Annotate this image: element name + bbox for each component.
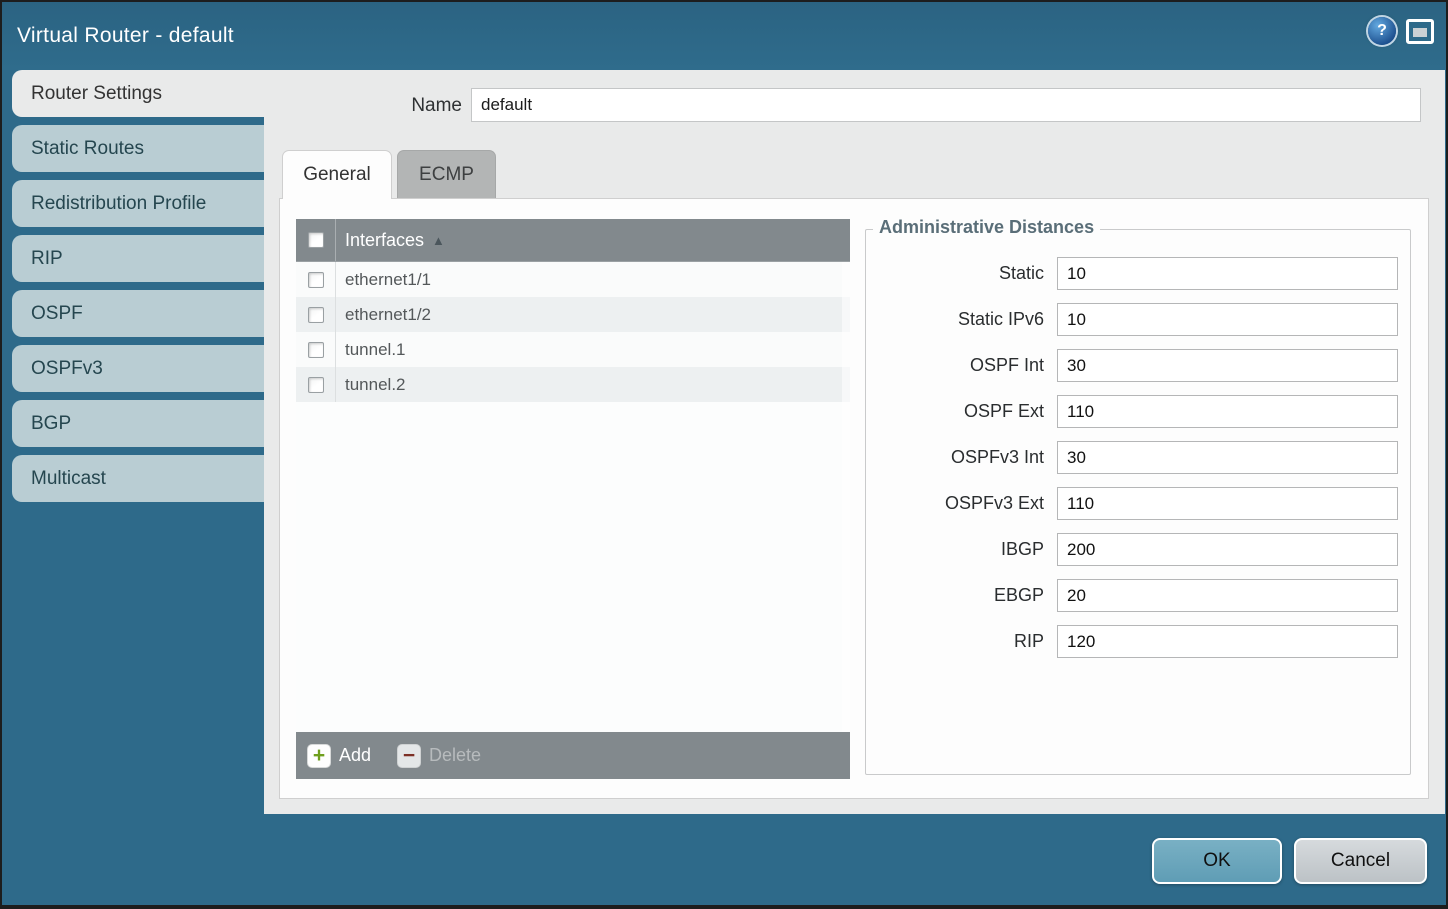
static-ipv6-label: Static IPv6 bbox=[866, 309, 1044, 330]
row-checkbox[interactable] bbox=[308, 307, 324, 323]
row-checkbox[interactable] bbox=[308, 272, 324, 288]
select-all-checkbox[interactable] bbox=[308, 232, 324, 248]
sidebar-item-static-routes[interactable]: Static Routes bbox=[12, 125, 264, 172]
sidebar-item-router-settings[interactable]: Router Settings bbox=[12, 70, 264, 117]
name-input[interactable] bbox=[471, 88, 1421, 122]
interfaces-table: Interfaces ▲ ethernet1/1 ethernet1/2 tun… bbox=[296, 219, 850, 779]
table-row[interactable]: ethernet1/1 bbox=[296, 262, 850, 297]
sidebar-item-multicast[interactable]: Multicast bbox=[12, 455, 264, 502]
tab-general[interactable]: General bbox=[282, 150, 392, 199]
static-input[interactable] bbox=[1057, 257, 1398, 290]
ibgp-input[interactable] bbox=[1057, 533, 1398, 566]
add-plus-icon: + bbox=[307, 744, 331, 768]
ospf-int-label: OSPF Int bbox=[866, 355, 1044, 376]
interfaces-table-body: ethernet1/1 ethernet1/2 tunnel.1 tunnel.… bbox=[296, 262, 850, 732]
interface-name: ethernet1/1 bbox=[345, 270, 431, 290]
dialog-title: Virtual Router - default bbox=[2, 24, 234, 48]
interface-name: ethernet1/2 bbox=[345, 305, 431, 325]
administrative-distances-fieldset: Administrative Distances Static Static I… bbox=[865, 229, 1411, 775]
interfaces-column-header[interactable]: Interfaces ▲ bbox=[296, 219, 850, 262]
interface-name: tunnel.2 bbox=[345, 375, 406, 395]
name-label: Name bbox=[362, 95, 462, 117]
title-bar: Virtual Router - default ? bbox=[2, 2, 1446, 70]
sidebar-item-bgp[interactable]: BGP bbox=[12, 400, 264, 447]
general-tab-panel: Interfaces ▲ ethernet1/1 ethernet1/2 tun… bbox=[279, 198, 1429, 799]
cancel-button[interactable]: Cancel bbox=[1294, 838, 1427, 884]
interfaces-header-label: Interfaces bbox=[345, 230, 424, 251]
table-scrollbar[interactable] bbox=[842, 262, 850, 732]
static-label: Static bbox=[866, 263, 1044, 284]
sidebar-item-redistribution-profile[interactable]: Redistribution Profile bbox=[12, 180, 264, 227]
tab-ecmp[interactable]: ECMP bbox=[397, 150, 496, 198]
static-ipv6-input[interactable] bbox=[1057, 303, 1398, 336]
content-area: Name General ECMP Interfaces ▲ ethernet1… bbox=[264, 70, 1445, 814]
ebgp-label: EBGP bbox=[866, 585, 1044, 606]
add-button[interactable]: + Add bbox=[307, 744, 371, 768]
rip-input[interactable] bbox=[1057, 625, 1398, 658]
sort-ascending-icon: ▲ bbox=[432, 233, 445, 248]
ospfv3-ext-input[interactable] bbox=[1057, 487, 1398, 520]
table-footer-toolbar: + Add − Delete bbox=[296, 732, 850, 779]
sidebar-item-rip[interactable]: RIP bbox=[12, 235, 264, 282]
help-icon[interactable]: ? bbox=[1368, 17, 1396, 45]
ospf-ext-label: OSPF Ext bbox=[866, 401, 1044, 422]
table-row[interactable]: tunnel.1 bbox=[296, 332, 850, 367]
row-checkbox[interactable] bbox=[308, 377, 324, 393]
row-checkbox[interactable] bbox=[308, 342, 324, 358]
window-maximize-icon[interactable] bbox=[1406, 19, 1434, 44]
delete-button[interactable]: − Delete bbox=[397, 744, 481, 768]
ospfv3-int-input[interactable] bbox=[1057, 441, 1398, 474]
ospf-int-input[interactable] bbox=[1057, 349, 1398, 382]
ospf-ext-input[interactable] bbox=[1057, 395, 1398, 428]
sidebar-item-ospf[interactable]: OSPF bbox=[12, 290, 264, 337]
table-row[interactable]: tunnel.2 bbox=[296, 367, 850, 402]
delete-button-label: Delete bbox=[429, 745, 481, 766]
fieldset-legend: Administrative Distances bbox=[873, 217, 1100, 238]
sidebar-item-ospfv3[interactable]: OSPFv3 bbox=[12, 345, 264, 392]
ospfv3-ext-label: OSPFv3 Ext bbox=[866, 493, 1044, 514]
delete-minus-icon: − bbox=[397, 744, 421, 768]
table-row[interactable]: ethernet1/2 bbox=[296, 297, 850, 332]
virtual-router-dialog: Virtual Router - default ? Router Settin… bbox=[0, 0, 1448, 909]
rip-label: RIP bbox=[866, 631, 1044, 652]
interface-name: tunnel.1 bbox=[345, 340, 406, 360]
add-button-label: Add bbox=[339, 745, 371, 766]
ospfv3-int-label: OSPFv3 Int bbox=[866, 447, 1044, 468]
ebgp-input[interactable] bbox=[1057, 579, 1398, 612]
ibgp-label: IBGP bbox=[866, 539, 1044, 560]
ok-button[interactable]: OK bbox=[1152, 838, 1282, 884]
window-maximize-icon-inner bbox=[1413, 28, 1427, 37]
